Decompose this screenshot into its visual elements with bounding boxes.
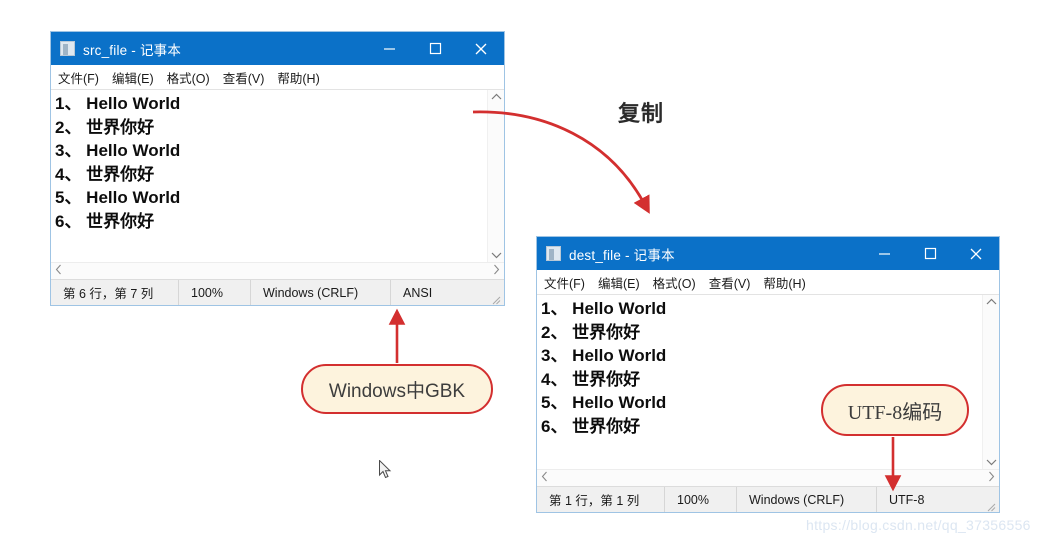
text-editor-src[interactable]: 1、 Hello World 2、 世界你好 3、 Hello World 4、… (51, 90, 487, 262)
maximize-icon[interactable] (412, 32, 458, 65)
editor-row-dest: 1、 Hello World 2、 世界你好 3、 Hello World 4、… (537, 294, 999, 469)
scroll-left-icon[interactable] (541, 471, 548, 485)
window-controls-src (366, 32, 504, 65)
menubar-dest: 文件(F) 编辑(E) 格式(O) 查看(V) 帮助(H) (537, 270, 999, 294)
utf8-callout: UTF-8编码 (821, 384, 969, 436)
notepad-window-src[interactable]: src_file - 记事本 文件(F) 编辑(E) 格式(O) 查看(V) 帮… (50, 31, 505, 306)
vertical-scrollbar-src[interactable] (487, 90, 504, 262)
window-controls-dest (861, 237, 999, 270)
notepad-icon (546, 246, 561, 261)
status-line-ending: Windows (CRLF) (251, 280, 391, 305)
resize-grip-icon[interactable] (491, 292, 501, 305)
text-line: 5、 Hello World (55, 188, 181, 207)
utf8-callout-text: UTF-8编码 (847, 401, 943, 424)
status-zoom: 100% (665, 487, 737, 512)
titlebar-dest[interactable]: dest_file - 记事本 (537, 237, 999, 270)
menu-item-edit[interactable]: 编辑(E) (112, 68, 154, 87)
scroll-up-icon[interactable] (491, 93, 502, 101)
scroll-left-icon[interactable] (55, 264, 62, 278)
window-title-dest: dest_file - 记事本 (569, 247, 675, 263)
close-icon[interactable] (458, 32, 504, 65)
close-icon[interactable] (953, 237, 999, 270)
scroll-down-icon[interactable] (986, 458, 997, 466)
menu-item-help[interactable]: 帮助(H) (277, 68, 319, 87)
text-line: 1、 Hello World (55, 94, 181, 113)
minimize-icon[interactable] (861, 237, 907, 270)
resize-grip-icon[interactable] (986, 499, 996, 512)
text-line: 3、 Hello World (55, 141, 181, 160)
scroll-right-icon[interactable] (493, 264, 500, 278)
menu-item-file[interactable]: 文件(F) (58, 68, 99, 87)
text-line: 1、 Hello World (541, 299, 667, 318)
scroll-up-icon[interactable] (986, 298, 997, 306)
menu-item-view[interactable]: 查看(V) (223, 68, 265, 87)
scroll-right-icon[interactable] (988, 471, 995, 485)
menu-item-edit[interactable]: 编辑(E) (598, 273, 640, 292)
menu-item-view[interactable]: 查看(V) (709, 273, 751, 292)
maximize-icon[interactable] (907, 237, 953, 270)
menu-item-help[interactable]: 帮助(H) (763, 273, 805, 292)
status-cursor-position: 第 1 行，第 1 列 (537, 487, 665, 512)
status-encoding: ANSI (403, 285, 433, 300)
horizontal-scrollbar-dest[interactable] (537, 469, 999, 486)
vertical-scrollbar-dest[interactable] (982, 295, 999, 469)
status-line-ending: Windows (CRLF) (737, 487, 877, 512)
gbk-callout: Windows中GBK (301, 364, 493, 414)
text-editor-dest[interactable]: 1、 Hello World 2、 世界你好 3、 Hello World 4、… (537, 295, 982, 469)
text-line: 2、 世界你好 (55, 117, 155, 137)
watermark: https://blog.csdn.net/qq_37356556 (806, 517, 1031, 533)
horizontal-scrollbar-src[interactable] (51, 262, 504, 279)
gbk-callout-text: Windows中GBK (328, 380, 466, 402)
minimize-icon[interactable] (366, 32, 412, 65)
statusbar-dest: 第 1 行，第 1 列 100% Windows (CRLF) UTF-8 (537, 486, 999, 512)
statusbar-src: 第 6 行，第 7 列 100% Windows (CRLF) ANSI (51, 279, 504, 305)
text-line: 4、 世界你好 (55, 164, 155, 184)
text-line: 3、 Hello World (541, 346, 667, 365)
text-line: 2、 世界你好 (541, 322, 641, 342)
copy-label: 复制 (618, 101, 665, 126)
menu-item-format[interactable]: 格式(O) (653, 273, 696, 292)
menubar-src: 文件(F) 编辑(E) 格式(O) 查看(V) 帮助(H) (51, 65, 504, 89)
mouse-cursor-icon (379, 459, 393, 480)
menu-item-format[interactable]: 格式(O) (167, 68, 210, 87)
window-title-src: src_file - 记事本 (83, 42, 182, 58)
notepad-icon (60, 41, 75, 56)
text-line: 6、 世界你好 (55, 211, 155, 231)
status-zoom: 100% (179, 280, 251, 305)
editor-row-src: 1、 Hello World 2、 世界你好 3、 Hello World 4、… (51, 89, 504, 262)
scroll-down-icon[interactable] (491, 251, 502, 259)
status-cursor-position: 第 6 行，第 7 列 (51, 280, 179, 305)
menu-item-file[interactable]: 文件(F) (544, 273, 585, 292)
status-encoding: UTF-8 (889, 492, 925, 507)
notepad-window-dest[interactable]: dest_file - 记事本 文件(F) 编辑(E) 格式(O) 查看(V) … (536, 236, 1000, 513)
titlebar-src[interactable]: src_file - 记事本 (51, 32, 504, 65)
